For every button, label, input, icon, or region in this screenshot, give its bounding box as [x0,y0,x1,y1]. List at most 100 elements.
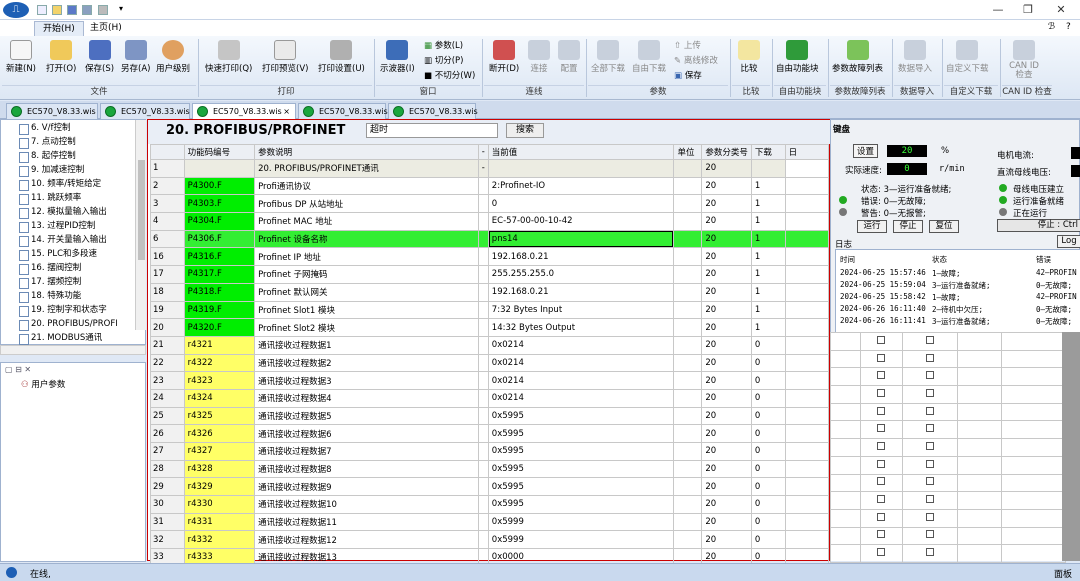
tree-item[interactable]: 7. 点动控制 [19,135,76,149]
checkbox[interactable] [926,530,935,539]
cell-value[interactable]: 2:Profinet-IO [487,176,675,196]
column-header[interactable]: 参数分类号 [701,144,752,160]
stop-button[interactable]: 停止 [893,220,923,233]
customize-quick-access-icon[interactable]: ▾ [119,4,123,13]
tree-hscrollbar[interactable] [0,345,146,355]
table-row[interactable]: 26 r4326 通讯接收过程数据6 0x5995 20 0 [150,424,830,443]
checkbox[interactable] [877,512,886,521]
checkbox[interactable] [926,388,935,397]
cell-value[interactable]: 0x0214 [487,371,675,390]
pane-toolbar-icons[interactable]: ▢ ⊟ ✕ [5,365,31,374]
tree-item[interactable]: 15. PLC和多段速 [18,247,97,261]
upload-button[interactable]: ⇧ 上传 [674,40,701,52]
connect-button[interactable]: 连接 [528,40,550,74]
panel-status[interactable]: 面板 [1054,567,1072,580]
tree-item[interactable]: 11. 跳跃频率 [18,191,81,205]
table-row[interactable]: 1 20. PROFIBUS/PROFINET通讯 - 20 [150,159,830,178]
cell-value[interactable]: 0x5995 [487,406,675,426]
print-icon[interactable] [98,5,108,15]
help-icon[interactable]: ? [1066,22,1071,32]
tab-home[interactable]: 主页(H) [82,21,130,36]
tree-item[interactable]: 9. 加减速控制 [18,163,84,177]
table-row[interactable]: 28 r4328 通讯接收过程数据8 0x5995 20 0 [150,459,830,479]
quick-print-button[interactable]: 快速打印(Q) [205,40,252,74]
parameters-button[interactable]: ▦ 参数(L) [424,40,463,52]
tree-item[interactable]: 21. MODBUS通讯 [18,331,102,345]
cell-value[interactable]: EC-57-00-00-10-42 [487,212,675,231]
checkbox[interactable] [877,495,886,504]
table-row[interactable]: 22 r4322 通讯接收过程数据2 0x0214 20 0 [150,353,830,373]
tree-item[interactable]: 16. 摆阀控制 [18,261,81,275]
cell-value[interactable]: 0x0214 [487,388,675,408]
restore-icon[interactable]: ❐ [1015,2,1041,18]
cell-value[interactable]: 0x5995 [487,424,675,443]
cell-value[interactable]: 0x0214 [487,353,675,373]
tree-item[interactable]: 12. 模拟量输入输出 [19,205,107,219]
table-row[interactable]: 17 P4317.F Profinet 子网掩码 255.255.255.0 20 1 [150,265,830,284]
app-logo-icon[interactable]: ⎍ [3,2,29,18]
checkbox[interactable] [926,424,935,433]
download-all-button[interactable]: 全部下载 [591,40,625,74]
tree-item[interactable]: 6. V/f控制 [18,121,70,135]
checkbox[interactable] [926,512,935,521]
cell-value[interactable]: 14:32 Bytes Output [487,318,675,337]
cell-value[interactable]: 0x5995 [487,477,675,497]
cell-value[interactable]: 192.168.0.21 [487,282,675,302]
save-icon[interactable] [67,5,77,15]
file-tab-2[interactable]: EC570_V8.33.wis [100,103,190,119]
run-button[interactable]: 运行 [857,220,887,233]
save-as-icon[interactable] [82,5,92,15]
cell-value[interactable]: 7:32 Bytes Input [487,300,675,320]
checkbox[interactable] [877,441,886,450]
tree-item[interactable]: 8. 起停控制 [19,149,76,163]
tree-item[interactable]: 13. 过程PID控制 [18,219,95,233]
tree-item[interactable]: 17. 摆频控制 [18,275,81,289]
table-row[interactable]: 6 P4306.F Profinet 设备名称 pns14 20 1 [150,229,830,249]
cell-value[interactable]: 192.168.0.21 [487,247,675,267]
close-tab-icon[interactable]: × [283,104,290,119]
column-header[interactable]: 功能码编号 [183,144,256,160]
checkbox[interactable] [926,441,935,450]
checkbox[interactable] [926,548,935,557]
table-row[interactable]: 16 P4316.F Profinet IP 地址 192.168.0.21 20 1 [150,247,830,267]
table-row[interactable]: 23 r4323 通讯接收过程数据3 0x0214 20 0 [150,371,830,390]
ribbon-help-icon[interactable]: ℬ [1048,22,1055,32]
config-button[interactable]: 配置 [558,40,580,74]
custom-download-button[interactable]: 自定义下载 [946,40,989,74]
minimize-icon[interactable]: — [985,2,1011,18]
compare-button[interactable]: 比较 [738,40,760,74]
table-row[interactable]: 20 P4320.F Profinet Slot2 模块 14:32 Bytes Ou… [150,318,830,337]
free-function-block-button[interactable]: 自由功能块 [776,40,819,74]
checkbox[interactable] [926,459,935,468]
log-button[interactable]: Log [1057,235,1080,248]
table-row[interactable]: 4 P4304.F Profinet MAC 地址 EC-57-00-00-10-42… [150,212,830,231]
tree-item-selected[interactable]: 20. PROFIBUS/PROFI [19,317,118,331]
user-params-item[interactable]: ⚇ 用户参数 [21,378,65,390]
table-row[interactable]: 24 r4324 通讯接收过程数据4 0x0214 20 0 [150,388,830,408]
new-button[interactable]: 新建(N) [6,40,36,74]
table-row[interactable]: 27 r4327 通讯接收过程数据7 0x5995 20 0 [150,442,830,461]
reset-button[interactable]: 复位 [929,220,959,233]
search-button[interactable]: 搜索 [506,123,544,138]
checkbox[interactable] [926,495,935,504]
checkbox[interactable] [926,371,935,380]
cell-value[interactable]: 0 [487,194,675,214]
print-preview-button[interactable]: 打印预览(V) [262,40,308,74]
tree-item[interactable]: 19. 控制字和状态字 [19,303,107,317]
cell-value[interactable]: 0x5995 [487,459,675,479]
table-row[interactable]: 3 P4303.F Profibus DP 从站地址 0 20 1 [150,194,830,214]
disconnect-button[interactable]: 断开(D) [489,40,519,74]
cell-value[interactable]: 0x0214 [487,335,675,355]
open-button[interactable]: 打开(O) [46,40,76,74]
free-download-button[interactable]: 自由下载 [632,40,666,74]
save-as-button[interactable]: 另存(A) [121,40,150,74]
checkbox[interactable] [926,477,935,486]
file-tab-3-active[interactable]: EC570_V8.33.wis × [192,103,296,119]
cell-value[interactable]: 0x5995 [487,442,675,461]
setpoint-button[interactable]: 设置 [853,144,879,158]
param-fault-list-button[interactable]: 参数故障列表 [832,40,883,74]
table-row[interactable]: 19 P4319.F Profinet Slot1 模块 7:32 Bytes Inp… [150,300,830,320]
checkbox[interactable] [926,353,935,362]
cell-value[interactable] [487,159,675,178]
column-header[interactable]: 下载 [750,144,786,160]
